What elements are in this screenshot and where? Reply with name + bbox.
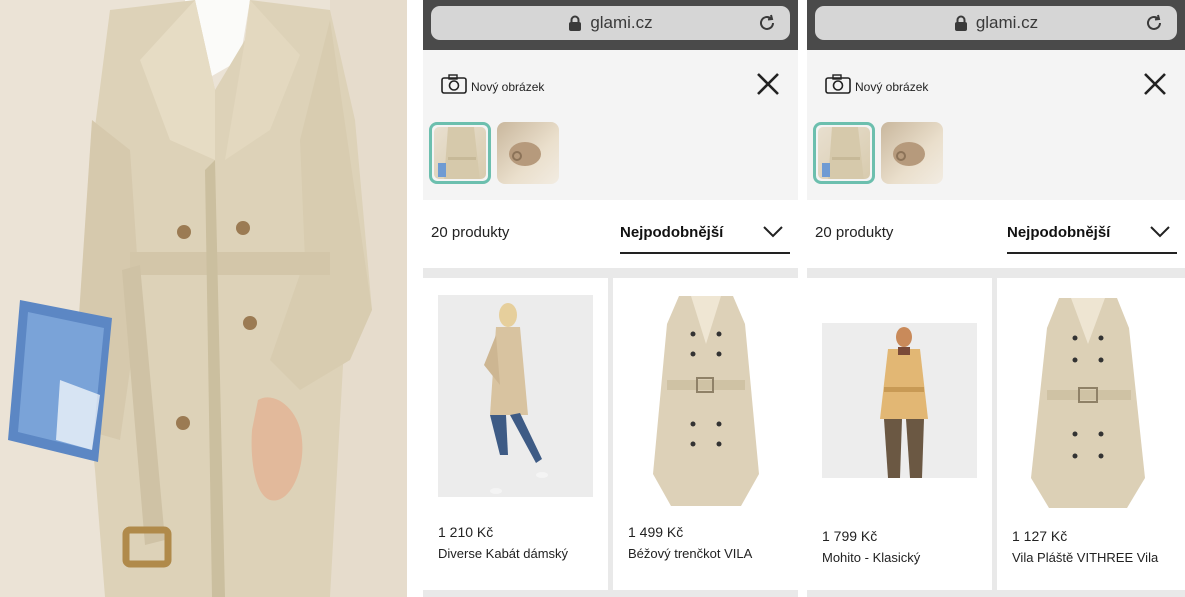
results-panel-left: glami.cz Nový obrázek 20 produkty Nejpod… (423, 0, 798, 597)
sort-dropdown[interactable]: Nejpodobnější (620, 220, 790, 254)
uploaded-image-thumbnails (813, 122, 949, 184)
sort-label: Nejpodobnější (1007, 224, 1111, 241)
close-icon[interactable] (1141, 70, 1169, 98)
new-image-button[interactable]: Nový obrázek (825, 74, 928, 99)
product-image (1015, 288, 1161, 512)
product-name: Vila Pláště VITHREE Vila (1012, 550, 1159, 565)
results-panel-right: glami.cz Nový obrázek 20 produkty Nejpod… (807, 0, 1185, 597)
address-field[interactable]: glami.cz (431, 6, 790, 40)
url-text: glami.cz (975, 13, 1039, 32)
uploaded-image-thumbnails (429, 122, 565, 184)
uploaded-photo (0, 0, 407, 597)
results-toolbar: 20 produkty Nejpodobnější (807, 200, 1185, 268)
thumbnail-selected[interactable] (813, 122, 875, 184)
close-icon[interactable] (754, 70, 782, 98)
product-price: 1 127 Kč (1012, 528, 1068, 544)
results-toolbar: 20 produkty Nejpodobnější (423, 200, 798, 268)
product-image (641, 284, 771, 508)
trench-coat-photo (0, 0, 407, 597)
product-grid: 1 210 Kč Diverse Kabát dámský 1 499 Kč B… (423, 268, 798, 597)
browser-url-bar: glami.cz (423, 0, 798, 50)
product-count: 20 produkty (815, 224, 894, 241)
lock-icon (954, 15, 968, 31)
product-price: 1 210 Kč (438, 524, 494, 540)
thumbnail-selected[interactable] (429, 122, 491, 184)
product-grid: 1 799 Kč Mohito - Klasický 1 127 Kč Vila… (807, 268, 1185, 597)
new-image-button[interactable]: Nový obrázek (441, 74, 544, 99)
product-count: 20 produkty (431, 224, 510, 241)
camera-icon (441, 74, 467, 99)
chevron-down-icon (1149, 224, 1171, 240)
thumbnail[interactable] (881, 122, 943, 184)
address-field[interactable]: glami.cz (815, 6, 1177, 40)
reload-icon[interactable] (756, 12, 778, 34)
lock-icon (568, 15, 582, 31)
sort-dropdown[interactable]: Nejpodobnější (1007, 220, 1177, 254)
product-card[interactable]: 1 127 Kč Vila Pláště VITHREE Vila (997, 278, 1185, 590)
divider (407, 0, 423, 597)
product-card[interactable]: 1 799 Kč Mohito - Klasický (807, 278, 992, 590)
product-price: 1 799 Kč (822, 528, 878, 544)
sort-label: Nejpodobnější (620, 224, 724, 241)
url-text: glami.cz (590, 13, 653, 32)
browser-url-bar: glami.cz (807, 0, 1185, 50)
camera-icon (825, 74, 851, 99)
search-image-header: Nový obrázek (423, 50, 798, 200)
product-price: 1 499 Kč (628, 524, 684, 540)
product-card[interactable]: 1 499 Kč Béžový trenčkot VILA (613, 278, 798, 590)
product-name: Mohito - Klasický (822, 550, 921, 565)
product-image (822, 323, 977, 478)
product-name: Diverse Kabát dámský (438, 546, 569, 561)
new-image-label: Nový obrázek (471, 79, 545, 94)
divider (798, 0, 807, 597)
product-card[interactable]: 1 210 Kč Diverse Kabát dámský (423, 278, 608, 590)
product-image (438, 295, 593, 497)
chevron-down-icon (762, 224, 784, 240)
thumbnail[interactable] (497, 122, 559, 184)
search-image-header: Nový obrázek (807, 50, 1185, 200)
new-image-label: Nový obrázek (855, 79, 929, 94)
reload-icon[interactable] (1143, 12, 1165, 34)
product-name: Béžový trenčkot VILA (628, 546, 753, 561)
